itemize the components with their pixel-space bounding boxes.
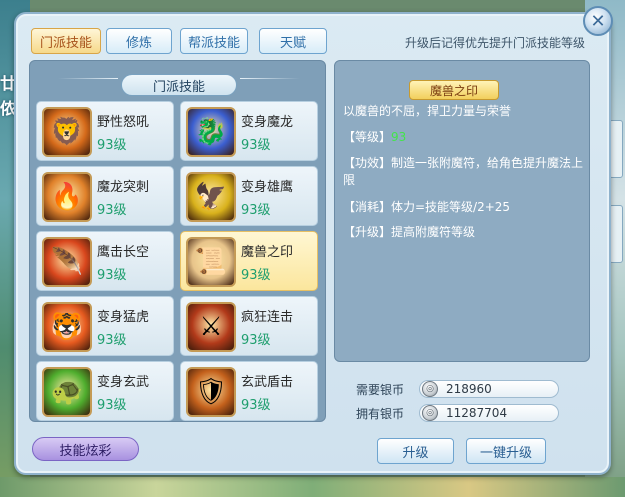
upgrade-hint: 升级后记得优先提升门派技能等级 [404, 36, 585, 50]
one-click-upgrade-label: 一键升级 [479, 445, 532, 461]
tab-label: 门派技能 [39, 35, 92, 51]
detail-effect: 【功效】制造一张附魔符，给角色提升魔法上限 [343, 156, 584, 187]
skill-card[interactable]: 🐢 变身玄武 93级 [36, 361, 174, 421]
skill-card[interactable]: 🐯 变身猛虎 93级 [36, 296, 174, 356]
one-click-upgrade-button[interactable]: 一键升级 [466, 438, 546, 464]
have-silver-value: 11287704 [446, 406, 508, 420]
tortoise-shield-icon: 🛡 [186, 367, 236, 417]
skill-name: 野性怒吼 [97, 115, 150, 130]
skill-level: 93级 [97, 398, 127, 413]
detail-upgrade: 【升级】提高附魔符等级 [343, 225, 476, 239]
need-silver-label: 需要银币 [356, 383, 405, 397]
tab-talent[interactable]: 天赋 [259, 28, 327, 54]
skill-level: 93级 [241, 138, 271, 153]
need-silver-box: ◎ 218960 [419, 380, 559, 398]
background-side-tab [609, 120, 623, 178]
skill-name: 疯狂连击 [241, 310, 294, 325]
upgrade-label: 升级 [402, 445, 429, 461]
close-button[interactable]: ✕ [583, 6, 613, 36]
skill-name: 魔兽之印 [241, 245, 294, 260]
tab-cultivation[interactable]: 修炼 [106, 28, 172, 54]
skill-name: 变身玄武 [97, 375, 150, 390]
skill-name: 变身雄鹰 [241, 180, 294, 195]
tab-label: 修炼 [125, 35, 152, 51]
detail-cost: 【消耗】体力=技能等级/2+25 [343, 200, 511, 214]
skill-level: 93级 [97, 268, 127, 283]
have-silver-label: 拥有银币 [356, 407, 405, 421]
skill-card[interactable]: 🦁 野性怒吼 93级 [36, 101, 174, 161]
tab-guild-skills[interactable]: 帮派技能 [180, 28, 248, 54]
detail-level-value: 93 [391, 130, 407, 144]
panel-title-text: 门派技能 [152, 79, 205, 95]
skill-level: 93级 [97, 203, 127, 218]
background-scene-bottom [0, 477, 625, 497]
upgrade-button[interactable]: 升级 [377, 438, 454, 464]
dragon-thrust-icon: 🔥 [42, 172, 92, 222]
skill-name: 玄武盾击 [241, 375, 294, 390]
detail-title: 魔兽之印 [409, 80, 499, 100]
skill-card[interactable]: 🦅 变身雄鹰 93级 [180, 166, 318, 226]
silver-coin-icon: ◎ [422, 381, 438, 397]
skill-level: 93级 [97, 333, 127, 348]
panel-title: 门派技能 [121, 74, 237, 96]
skill-card[interactable]: 🐉 变身魔龙 93级 [180, 101, 318, 161]
eagle-transform-icon: 🦅 [186, 172, 236, 222]
skill-name: 魔龙突刺 [97, 180, 150, 195]
skill-card[interactable]: 🪶 鹰击长空 93级 [36, 231, 174, 291]
tortoise-transform-icon: 🐢 [42, 367, 92, 417]
detail-level-label: 【等级】 [343, 130, 392, 144]
eagle-strike-icon: 🪶 [42, 237, 92, 287]
skill-level: 93级 [241, 268, 271, 283]
detail-description: 以魔兽的不屈，捍卫力量与荣誉 [343, 104, 512, 118]
silver-coin-icon: ◎ [422, 405, 438, 421]
tab-label: 帮派技能 [187, 35, 240, 51]
dragon-transform-icon: 🐉 [186, 107, 236, 157]
skill-card[interactable]: 📜 魔兽之印 93级 [180, 231, 318, 291]
tab-label: 天赋 [279, 35, 306, 51]
skill-card[interactable]: ⚔ 疯狂连击 93级 [180, 296, 318, 356]
skill-name: 变身猛虎 [97, 310, 150, 325]
title-decoration [240, 78, 300, 79]
skill-flair-button[interactable]: 技能炫彩 [32, 437, 139, 461]
skill-card[interactable]: 🛡 玄武盾击 93级 [180, 361, 318, 421]
skill-name: 变身魔龙 [241, 115, 294, 130]
skill-level: 93级 [241, 333, 271, 348]
skill-level: 93级 [97, 138, 127, 153]
detail-level: 【等级】93 [343, 129, 583, 146]
tab-sect-skills[interactable]: 门派技能 [31, 28, 101, 54]
beast-seal-icon: 📜 [186, 237, 236, 287]
title-decoration [58, 78, 118, 79]
skill-card[interactable]: 🔥 魔龙突刺 93级 [36, 166, 174, 226]
skill-level: 93级 [241, 398, 271, 413]
need-silver-value: 218960 [446, 382, 492, 396]
have-silver-box: ◎ 11287704 [419, 404, 559, 422]
detail-title-text: 魔兽之印 [429, 83, 478, 98]
background-side-tab [609, 205, 623, 263]
close-icon: ✕ [590, 10, 606, 32]
skill-flair-label: 技能炫彩 [59, 443, 112, 459]
skill-name: 鹰击长空 [97, 245, 150, 260]
beast-roar-icon: 🦁 [42, 107, 92, 157]
tiger-transform-icon: 🐯 [42, 302, 92, 352]
skill-level: 93级 [241, 203, 271, 218]
frenzy-combo-icon: ⚔ [186, 302, 236, 352]
